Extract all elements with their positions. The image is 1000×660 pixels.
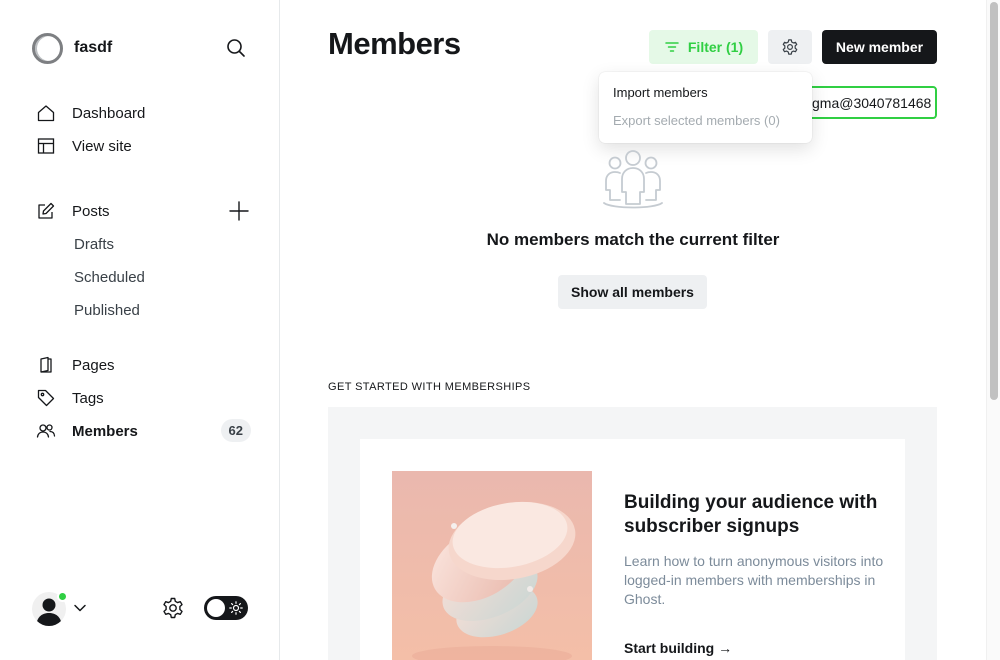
sidebar-item-dashboard[interactable]: Dashboard [36, 99, 256, 127]
sun-icon [229, 601, 243, 615]
start-building-link[interactable]: Start building → [624, 640, 732, 656]
sidebar-item-members[interactable]: Members 62 [36, 417, 256, 445]
members-empty-icon [602, 148, 664, 210]
dark-mode-toggle[interactable] [204, 596, 248, 620]
get-started-description: Learn how to turn anonymous visitors int… [624, 553, 884, 607]
sidebar-item-label: Tags [72, 389, 104, 407]
page-icon [36, 355, 56, 375]
filter-icon [664, 39, 680, 55]
empty-state-message: No members match the current filter [486, 230, 780, 249]
get-started-card: Building your audience with subscriber s… [360, 439, 905, 660]
page-title: Members [328, 26, 461, 61]
filter-button[interactable]: Filter (1) [649, 30, 758, 64]
get-started-panel: Building your audience with subscriber s… [328, 407, 937, 660]
members-count-badge: 62 [220, 419, 251, 442]
import-members-item[interactable]: Import members [599, 80, 812, 108]
home-icon [36, 103, 56, 123]
brand[interactable]: fasdf [32, 32, 112, 64]
sidebar-item-posts[interactable]: Posts [36, 197, 256, 225]
members-actions-button[interactable] [768, 30, 812, 64]
sidebar-item-published[interactable]: Published [74, 298, 140, 322]
new-member-button[interactable]: New member [822, 30, 937, 64]
search-icon[interactable] [224, 36, 248, 60]
brand-name: fasdf [74, 39, 113, 56]
sidebar-item-label: Posts [72, 202, 110, 220]
layout-icon [36, 136, 56, 156]
sidebar-item-label: View site [72, 137, 132, 155]
main-content: Members Filter (1) New member Import mem… [280, 0, 986, 660]
show-all-members-button[interactable]: Show all members [558, 275, 707, 309]
online-status-dot [57, 591, 68, 602]
scrollbar-thumb[interactable] [990, 2, 998, 400]
get-started-title: Building your audience with subscriber s… [624, 492, 878, 537]
export-members-item[interactable]: Export selected members (0) [599, 108, 812, 136]
chevron-down-icon[interactable] [72, 600, 88, 616]
sidebar-item-label: Members [72, 422, 138, 440]
sidebar-item-drafts[interactable]: Drafts [74, 232, 114, 256]
sidebar-item-label: Dashboard [72, 104, 146, 122]
get-started-section-label: GET STARTED WITH MEMBERSHIPS [328, 381, 531, 393]
sidebar-item-pages[interactable]: Pages [36, 351, 256, 379]
pencil-icon [36, 201, 56, 221]
sidebar-item-view-site[interactable]: View site [36, 132, 256, 160]
settings-gear-icon[interactable] [161, 596, 185, 620]
sidebar-item-label: Pages [72, 356, 115, 374]
new-post-plus-icon[interactable] [228, 200, 250, 222]
sidebar-item-tags[interactable]: Tags [36, 384, 256, 412]
sidebar: fasdf Dashboard View site Posts Drafts S… [0, 0, 280, 660]
members-actions-dropdown: Import members Export selected members (… [599, 72, 812, 143]
gear-icon [781, 38, 799, 56]
membership-illustration [392, 471, 592, 660]
filter-label: Filter (1) [687, 39, 744, 55]
page-scrollbar[interactable] [986, 0, 1000, 660]
sidebar-item-scheduled[interactable]: Scheduled [74, 265, 145, 289]
toggle-knob [207, 599, 225, 617]
members-icon [36, 421, 56, 441]
tag-icon [36, 388, 56, 408]
brand-logo [32, 32, 63, 64]
